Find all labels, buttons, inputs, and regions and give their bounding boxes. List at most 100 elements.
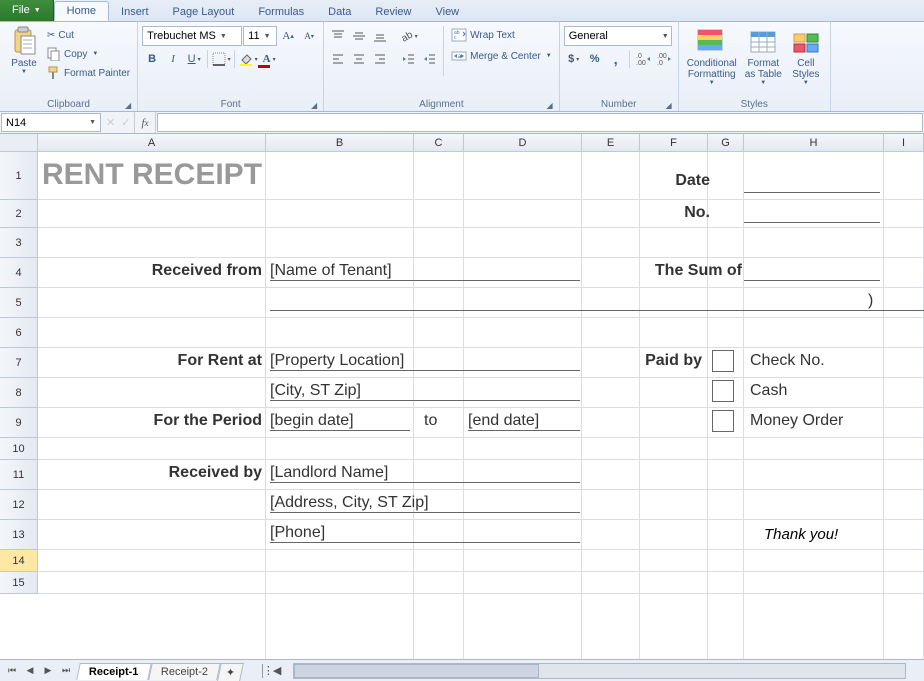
underline-button[interactable]: U	[184, 49, 204, 69]
format-painter-button[interactable]: Format Painter	[44, 64, 133, 82]
comma-button[interactable]: ,	[606, 49, 626, 69]
tab-page-layout[interactable]: Page Layout	[161, 3, 247, 21]
name-box-value: N14	[6, 117, 26, 129]
align-middle-button[interactable]	[349, 26, 369, 46]
font-color-button[interactable]: A	[259, 49, 279, 69]
group-number-label: Number	[601, 99, 637, 110]
tab-insert[interactable]: Insert	[109, 3, 161, 21]
align-left-button[interactable]	[328, 49, 348, 69]
paste-button[interactable]: Paste ▼	[4, 24, 44, 77]
row-header-3[interactable]: 3	[0, 228, 37, 258]
col-header-A[interactable]: A	[38, 134, 266, 151]
number-format-combo[interactable]: General▼	[564, 26, 672, 46]
sheet-nav-buttons[interactable]: ⏮◀▶⏭	[0, 665, 78, 676]
border-button[interactable]	[211, 49, 231, 69]
group-alignment-label: Alignment	[419, 99, 463, 110]
scrollbar-thumb[interactable]	[294, 664, 538, 678]
cancel-icon[interactable]: ✕	[106, 116, 115, 129]
sheet-tab-2-label: Receipt-2	[160, 666, 207, 678]
horizontal-scrollbar[interactable]	[293, 663, 906, 679]
font-size-combo[interactable]: 11▼	[243, 26, 277, 46]
row-header-1[interactable]: 1	[0, 152, 37, 200]
grow-font-button[interactable]: A▴	[278, 26, 298, 46]
column-headers[interactable]: ABCDEFGHI	[38, 134, 924, 152]
tab-review[interactable]: Review	[363, 3, 423, 21]
dialog-launcher-icon[interactable]: ◢	[547, 101, 553, 110]
money-order-label: Money Order	[750, 412, 843, 430]
orientation-button[interactable]: ab	[398, 26, 418, 46]
align-center-button[interactable]	[349, 49, 369, 69]
col-header-D[interactable]: D	[464, 134, 582, 151]
increase-decimal-button[interactable]: .0.00	[633, 49, 653, 69]
prev-sheet-icon[interactable]: ◀	[22, 665, 38, 676]
row-header-10[interactable]: 10	[0, 438, 37, 460]
align-bottom-button[interactable]	[370, 26, 390, 46]
last-sheet-icon[interactable]: ⏭	[58, 665, 74, 676]
decrease-decimal-button[interactable]: .00.0	[654, 49, 674, 69]
col-header-I[interactable]: I	[884, 134, 924, 151]
dialog-launcher-icon[interactable]: ◢	[125, 101, 131, 110]
svg-text:.0: .0	[636, 53, 642, 60]
worksheet-grid[interactable]: ABCDEFGHI 123456789101112131415 RENT REC…	[0, 134, 924, 659]
first-sheet-icon[interactable]: ⏮	[4, 665, 20, 676]
col-header-B[interactable]: B	[266, 134, 414, 151]
tab-file[interactable]: File▼	[0, 0, 54, 21]
row-headers[interactable]: 123456789101112131415	[0, 152, 38, 594]
row-header-12[interactable]: 12	[0, 490, 37, 520]
tab-formulas[interactable]: Formulas	[246, 3, 316, 21]
tab-home[interactable]: Home	[54, 1, 109, 21]
landlord-name: [Landlord Name]	[270, 464, 580, 483]
tab-data[interactable]: Data	[316, 3, 363, 21]
sheet-tab-2[interactable]: Receipt-2	[148, 663, 221, 680]
row-header-11[interactable]: 11	[0, 460, 37, 490]
cell-area[interactable]: RENT RECEIPTDateNo.Received from[Name of…	[38, 152, 924, 659]
sheet-tab-1[interactable]: Receipt-1	[76, 663, 151, 680]
merge-center-button[interactable]: aMerge & Center▼	[448, 47, 555, 65]
accounting-format-button[interactable]: $	[564, 49, 584, 69]
row-header-9[interactable]: 9	[0, 408, 37, 438]
formula-input[interactable]	[157, 113, 923, 132]
for-period-label: For the Period	[38, 412, 262, 430]
dialog-launcher-icon[interactable]: ◢	[666, 101, 672, 110]
cut-button[interactable]: ✂Cut	[44, 26, 133, 44]
cell-styles-button[interactable]: Cell Styles ▼	[786, 24, 826, 88]
wrap-text-button[interactable]: abcWrap Text	[448, 26, 555, 44]
row-header-5[interactable]: 5	[0, 288, 37, 318]
row-header-14[interactable]: 14	[0, 550, 37, 572]
name-box[interactable]: N14▼	[1, 113, 101, 132]
tab-view[interactable]: View	[423, 3, 471, 21]
new-sheet-button[interactable]: ✦	[217, 663, 244, 681]
col-header-G[interactable]: G	[708, 134, 744, 151]
italic-button[interactable]: I	[163, 49, 183, 69]
row-header-7[interactable]: 7	[0, 348, 37, 378]
enter-icon[interactable]: ✓	[121, 116, 130, 129]
dialog-launcher-icon[interactable]: ◢	[311, 101, 317, 110]
align-right-button[interactable]	[370, 49, 390, 69]
select-all-corner[interactable]	[0, 134, 38, 152]
fill-color-button[interactable]	[238, 49, 258, 69]
col-header-C[interactable]: C	[414, 134, 464, 151]
col-header-E[interactable]: E	[582, 134, 640, 151]
copy-button[interactable]: Copy▼	[44, 45, 133, 63]
row-header-4[interactable]: 4	[0, 258, 37, 288]
row-header-13[interactable]: 13	[0, 520, 37, 550]
increase-indent-button[interactable]	[419, 49, 439, 69]
row-header-6[interactable]: 6	[0, 318, 37, 348]
percent-button[interactable]: %	[585, 49, 605, 69]
fx-icon[interactable]: fx	[135, 112, 155, 133]
col-header-H[interactable]: H	[744, 134, 884, 151]
font-name-combo[interactable]: Trebuchet MS▼	[142, 26, 242, 46]
next-sheet-icon[interactable]: ▶	[40, 665, 56, 676]
row-header-15[interactable]: 15	[0, 572, 37, 594]
conditional-formatting-label: Conditional Formatting	[687, 58, 737, 80]
decrease-indent-button[interactable]	[398, 49, 418, 69]
scroll-left-icon[interactable]: ◀	[269, 664, 285, 677]
row-header-8[interactable]: 8	[0, 378, 37, 408]
conditional-formatting-button[interactable]: Conditional Formatting ▼	[683, 24, 741, 88]
shrink-font-button[interactable]: A▾	[299, 26, 319, 46]
row-header-2[interactable]: 2	[0, 200, 37, 228]
format-as-table-button[interactable]: Format as Table ▼	[741, 24, 786, 88]
col-header-F[interactable]: F	[640, 134, 708, 151]
bold-button[interactable]: B	[142, 49, 162, 69]
align-top-button[interactable]	[328, 26, 348, 46]
